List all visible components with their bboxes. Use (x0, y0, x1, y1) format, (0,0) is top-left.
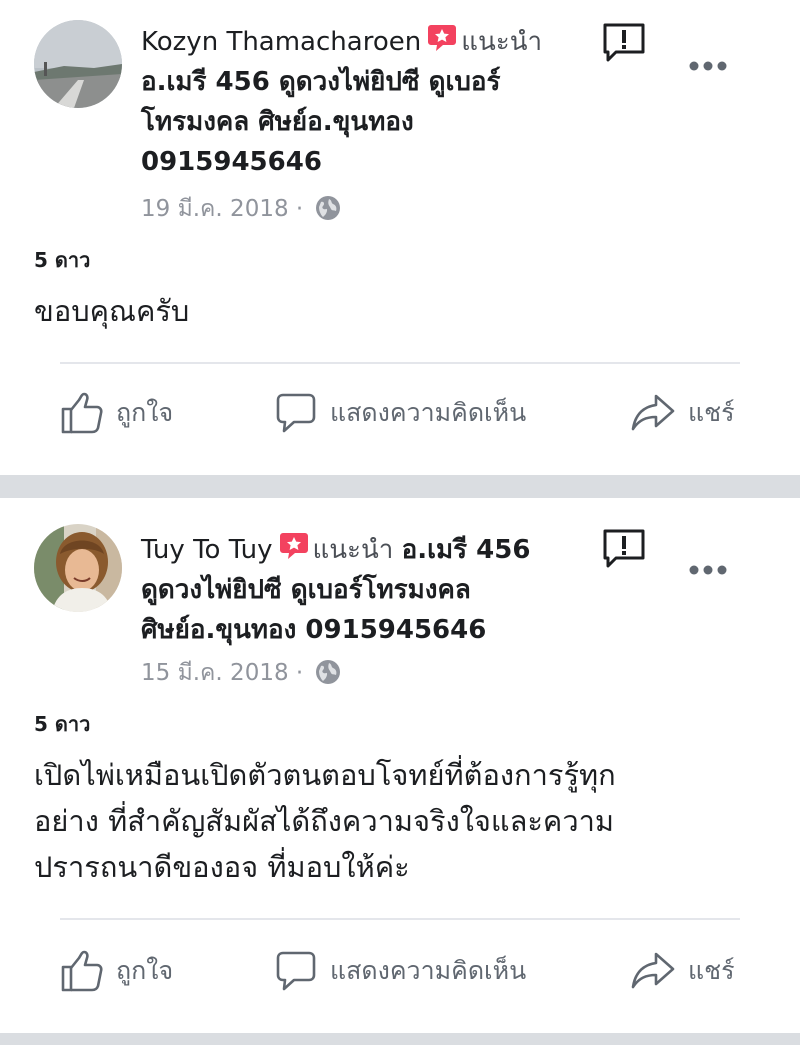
globe-icon (315, 660, 340, 684)
report-button[interactable] (602, 22, 646, 62)
author-name[interactable]: Kozyn Thamacharoen (141, 27, 421, 57)
page-name-line[interactable]: โทรมงคล ศิษย์อ.ขุนทอง (141, 107, 414, 137)
like-button[interactable]: ถูกใจ (60, 946, 173, 996)
report-icon (603, 529, 645, 568)
page-name-line[interactable]: อ.เมรี 456 ดูดวงไพ่ยิปซี ดูเบอร์ (141, 67, 500, 97)
rating-label: 5 ดาว (34, 712, 91, 736)
page-name-line[interactable]: ดูดวงไพ่ยิปซี ดูเบอร์โทรมงคล (141, 575, 471, 605)
review-text-line: ปรารถนาดีของอจ ที่มอบให้ค่ะ (34, 850, 410, 884)
page-name-line[interactable]: ศิษย์อ.ขุนทอง 0915945646 (141, 615, 486, 645)
share-button[interactable]: แชร์ (630, 946, 735, 996)
like-label: ถูกใจ (116, 398, 174, 427)
recommends-label: แนะนำ (461, 27, 543, 57)
review-text: ขอบคุณครับ (34, 288, 754, 334)
post-date[interactable]: 15 มี.ค. 2018 · (141, 660, 303, 686)
share-icon (631, 952, 675, 989)
page-name-line[interactable]: 0915945646 (141, 147, 322, 177)
post-date[interactable]: 19 มี.ค. 2018 · (141, 196, 303, 222)
review-text-line: ขอบคุณครับ (34, 294, 190, 328)
page-name-line[interactable]: อ.เมรี 456 (402, 535, 531, 565)
comment-button[interactable]: แสดงความคิดเห็น (274, 946, 526, 996)
comment-label: แสดงความคิดเห็น (330, 956, 527, 985)
avatar[interactable] (34, 20, 122, 108)
post-header: Tuy To Tuy แนะนำ อ.เมรี 456 ดูดวงไพ่ยิปซี… (141, 530, 591, 650)
report-icon (603, 23, 645, 62)
more-options-icon (689, 565, 727, 575)
post-header: Kozyn Thamacharoen แนะนำ อ.เมรี 456 ดูดวง… (141, 22, 591, 182)
share-label: แชร์ (688, 956, 735, 985)
rating-label: 5 ดาว (34, 248, 91, 272)
review-text-line: อย่าง ที่สำคัญสัมผัสได้ถึงความจริงใจและค… (34, 804, 615, 838)
globe-icon (315, 196, 340, 220)
review-text: เปิดไพ่เหมือนเปิดตัวตนตอบโจทย์ที่ต้องการ… (34, 752, 754, 890)
more-options-button[interactable] (688, 562, 728, 576)
comment-label: แสดงความคิดเห็น (330, 398, 527, 427)
comment-icon (276, 393, 316, 433)
divider (60, 362, 740, 364)
recommends-label: แนะนำ (312, 535, 394, 565)
comment-button[interactable]: แสดงความคิดเห็น (274, 388, 526, 438)
more-options-icon (689, 61, 727, 71)
like-label: ถูกใจ (116, 956, 174, 985)
review-post: Kozyn Thamacharoen แนะนำ อ.เมรี 456 ดูดวง… (0, 0, 800, 475)
more-options-button[interactable] (688, 58, 728, 72)
post-meta: 19 มี.ค. 2018 · (141, 194, 341, 224)
recommend-badge-icon (279, 533, 308, 559)
author-name[interactable]: Tuy To Tuy (141, 535, 273, 565)
divider (60, 918, 740, 920)
like-button[interactable]: ถูกใจ (60, 388, 173, 438)
share-button[interactable]: แชร์ (630, 388, 735, 438)
like-icon (61, 950, 103, 992)
review-post: Tuy To Tuy แนะนำ อ.เมรี 456 ดูดวงไพ่ยิปซี… (0, 498, 800, 1033)
like-icon (61, 392, 103, 434)
feed-separator (0, 1033, 800, 1045)
share-label: แชร์ (688, 398, 735, 427)
review-text-line: เปิดไพ่เหมือนเปิดตัวตนตอบโจทย์ที่ต้องการ… (34, 758, 616, 792)
report-button[interactable] (602, 528, 646, 568)
post-meta: 15 มี.ค. 2018 · (141, 658, 341, 688)
recommend-badge-icon (428, 25, 457, 51)
comment-icon (276, 951, 316, 991)
share-icon (631, 394, 675, 431)
avatar[interactable] (34, 524, 122, 612)
